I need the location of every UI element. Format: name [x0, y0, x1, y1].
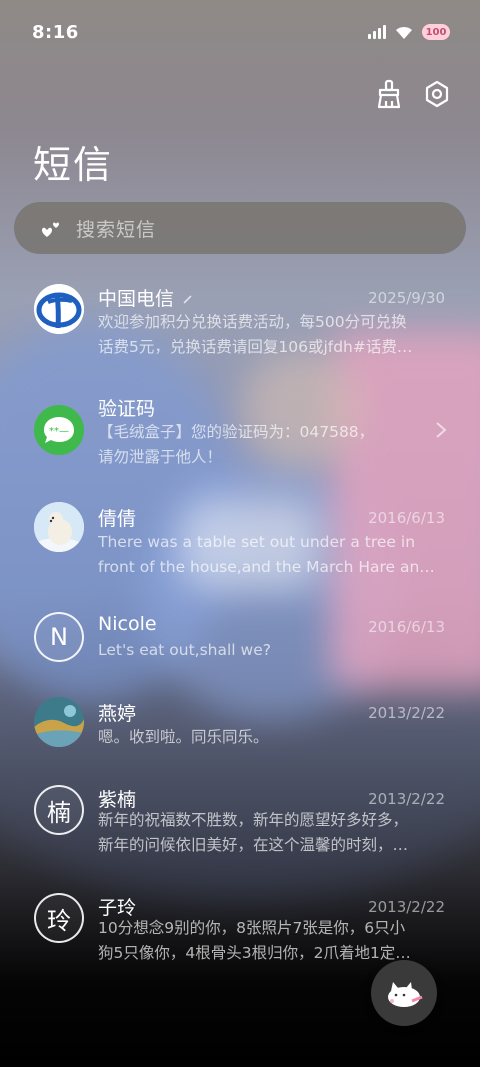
letter-avatar: 楠	[34, 785, 84, 835]
message-date: 2016/6/13	[368, 509, 445, 527]
message-preview: 新年的祝福数不胜数，新年的愿望好多好多， 新年的问候依旧美好，在这个温馨的时刻，…	[98, 811, 409, 854]
conversation-item[interactable]: 燕婷 2013/2/22 嗯。收到啦。同乐同乐。	[0, 697, 480, 797]
compose-fab-button[interactable]	[371, 960, 437, 1026]
brush-icon	[377, 79, 401, 109]
search-placeholder: 搜索短信	[76, 218, 157, 241]
battery-icon: 100	[422, 24, 450, 40]
settings-button[interactable]	[422, 78, 452, 110]
svg-text:**—: **—	[49, 426, 69, 437]
clean-brush-button[interactable]	[374, 78, 404, 110]
contact-name: 倩倩	[98, 508, 137, 530]
message-date: 2013/2/22	[368, 898, 445, 916]
message-preview: 嗯。收到啦。同乐同乐。	[98, 728, 269, 746]
page-title: 短信	[33, 143, 114, 187]
settings-hexagon-icon	[425, 80, 449, 108]
message-date: 2025/9/30	[368, 289, 445, 307]
wifi-icon	[396, 26, 412, 39]
conversation-item[interactable]: **— 验证码 【毛绒盒子】您的验证码为：047588， 请勿泄露于他人！	[0, 390, 480, 490]
landscape-avatar-icon	[34, 697, 84, 747]
conversation-item[interactable]: N Nicole 2016/6/13 Let's eat out,shall w…	[0, 610, 480, 710]
message-preview: 10分想念9别的你，8张照片7张是你，6只小 狗5只像你，4根骨头3根归你，2爪…	[98, 919, 411, 962]
signal-icon	[368, 25, 386, 39]
cute-cat-icon	[388, 982, 423, 1007]
status-bar: 8:16 100	[0, 0, 480, 60]
search-bar[interactable]: 搜索短信	[14, 202, 466, 254]
edit-pencil-icon	[183, 295, 192, 304]
message-preview: 【毛绒盒子】您的验证码为：047588， 请勿泄露于他人！	[98, 423, 375, 466]
letter-avatar: N	[34, 612, 84, 662]
contact-name: 验证码	[98, 398, 156, 420]
battery-level: 100	[425, 26, 447, 38]
message-preview: There was a table set out under a tree i…	[98, 533, 435, 576]
conversation-item[interactable]: 中国电信 2025/9/30 欢迎参加积分兑换话费活动，每500分可兑换 话费5…	[0, 280, 480, 380]
message-preview: Let's eat out,shall we?	[98, 641, 271, 659]
conversation-item[interactable]: 楠 紫楠 2013/2/22 新年的祝福数不胜数，新年的愿望好多好多， 新年的问…	[0, 785, 480, 885]
status-time: 8:16	[32, 22, 79, 43]
china-telecom-logo-icon	[34, 284, 84, 334]
contact-name: 燕婷	[98, 703, 137, 725]
chevron-right-icon	[436, 422, 447, 438]
conversation-item[interactable]: 倩倩 2016/6/13 There was a table set out u…	[0, 500, 480, 600]
contact-name: 中国电信	[98, 284, 194, 311]
polar-bear-avatar-icon	[34, 502, 84, 552]
message-date: 2013/2/22	[368, 790, 445, 808]
hearts-icon	[42, 222, 59, 237]
contact-name: Nicole	[98, 613, 157, 635]
message-date: 2013/2/22	[368, 704, 445, 722]
message-date: 2016/6/13	[368, 618, 445, 636]
message-preview: 欢迎参加积分兑换话费活动，每500分可兑换 话费5元，兑换话费请回复106或jf…	[98, 313, 413, 356]
letter-avatar: 玲	[34, 893, 84, 943]
verification-code-icon: **—	[34, 405, 84, 455]
